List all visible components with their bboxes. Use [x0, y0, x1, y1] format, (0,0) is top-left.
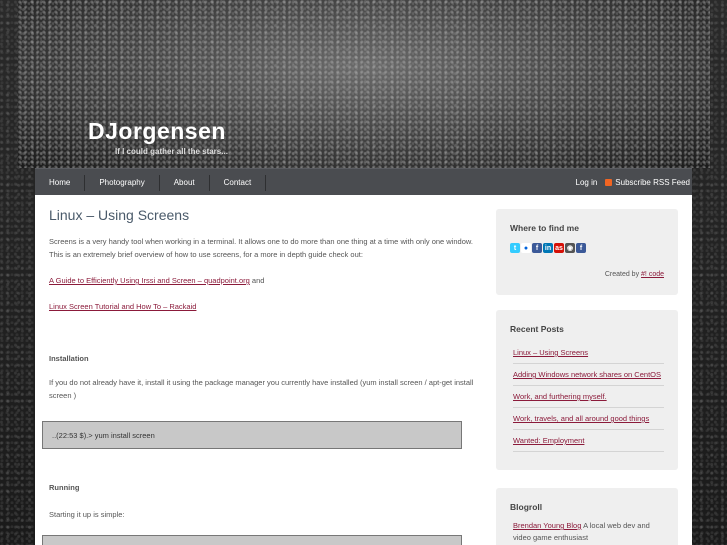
facebook-icon[interactable]: f: [532, 243, 542, 253]
site-tagline: If I could gather all the stars...: [115, 147, 228, 156]
twitter-icon[interactable]: t: [510, 243, 520, 253]
run-code-block: [42, 535, 462, 545]
recent-post-item: Work, travels, and all around good thing…: [513, 408, 664, 430]
rss-label: Subscribe RSS Feed: [615, 178, 690, 187]
flickr-icon[interactable]: ●: [521, 243, 531, 253]
site-title[interactable]: DJorgensen: [88, 118, 226, 145]
rss-link[interactable]: Subscribe RSS Feed: [605, 178, 690, 187]
github-icon[interactable]: ◉: [565, 243, 575, 253]
nav-contact[interactable]: Contact: [210, 174, 267, 191]
main-navigation: Home Photography About Contact Log in Su…: [35, 168, 692, 195]
nav-photography[interactable]: Photography: [85, 174, 160, 191]
recent-post-item: Adding Windows network shares on CentOS: [513, 364, 664, 386]
running-heading: Running: [49, 483, 80, 492]
recent-post-item: Linux – Using Screens: [513, 342, 664, 364]
widget-recent-posts: Recent Posts Linux – Using Screens Addin…: [496, 310, 678, 470]
blogroll-link[interactable]: Brendan Young Blog: [513, 521, 581, 530]
widget-title-blogroll: Blogroll: [510, 502, 543, 512]
lastfm-icon[interactable]: as: [554, 243, 564, 253]
content-area: Linux – Using Screens Screens is a very …: [35, 195, 692, 545]
post: Linux – Using Screens Screens is a very …: [49, 207, 481, 402]
nav-home[interactable]: Home: [35, 174, 86, 191]
install-code-block: ..(22:53 $).> yum install screen: [42, 421, 462, 449]
widget-blogroll: Blogroll Brendan Young Blog A local web …: [496, 488, 678, 545]
widget-title-find-me: Where to find me: [510, 223, 579, 233]
social-icons: t ● f in as ◉ f: [496, 241, 678, 253]
running-text: Starting it up is simple:: [49, 510, 125, 519]
post-intro: Screens is a very handy tool when workin…: [49, 237, 473, 259]
installation-text: If you do not already have it, install i…: [49, 378, 474, 400]
post-title[interactable]: Linux – Using Screens: [49, 207, 481, 223]
linkedin-icon[interactable]: in: [543, 243, 553, 253]
nav-about[interactable]: About: [160, 174, 210, 191]
guide-link-rackaid[interactable]: Linux Screen Tutorial and How To – Racka…: [49, 302, 196, 311]
recent-post-item: Wanted: Employment: [513, 430, 664, 452]
installation-heading: Installation: [49, 354, 89, 363]
header-banner: DJorgensen If I could gather all the sta…: [18, 0, 710, 168]
post-links-line: A Guide to Efficiently Using Irssi and S…: [49, 276, 265, 285]
rss-icon: [605, 179, 613, 187]
login-link[interactable]: Log in: [576, 178, 598, 187]
guide-link-quadpoint[interactable]: A Guide to Efficiently Using Irssi and S…: [49, 276, 250, 285]
blogroll-entry: Brendan Young Blog A local web dev and v…: [513, 521, 650, 542]
facebook-icon[interactable]: f: [576, 243, 586, 253]
widget-find-me: Where to find me t ● f in as ◉ f Created…: [496, 209, 678, 295]
post-link-line: Linux Screen Tutorial and How To – Racka…: [49, 300, 481, 313]
created-by-link[interactable]: #! code: [641, 271, 664, 278]
widget-title-recent-posts: Recent Posts: [510, 324, 564, 334]
recent-post-item: Work, and furthering myself.: [513, 386, 664, 408]
created-by: Created by #! code: [604, 271, 664, 278]
